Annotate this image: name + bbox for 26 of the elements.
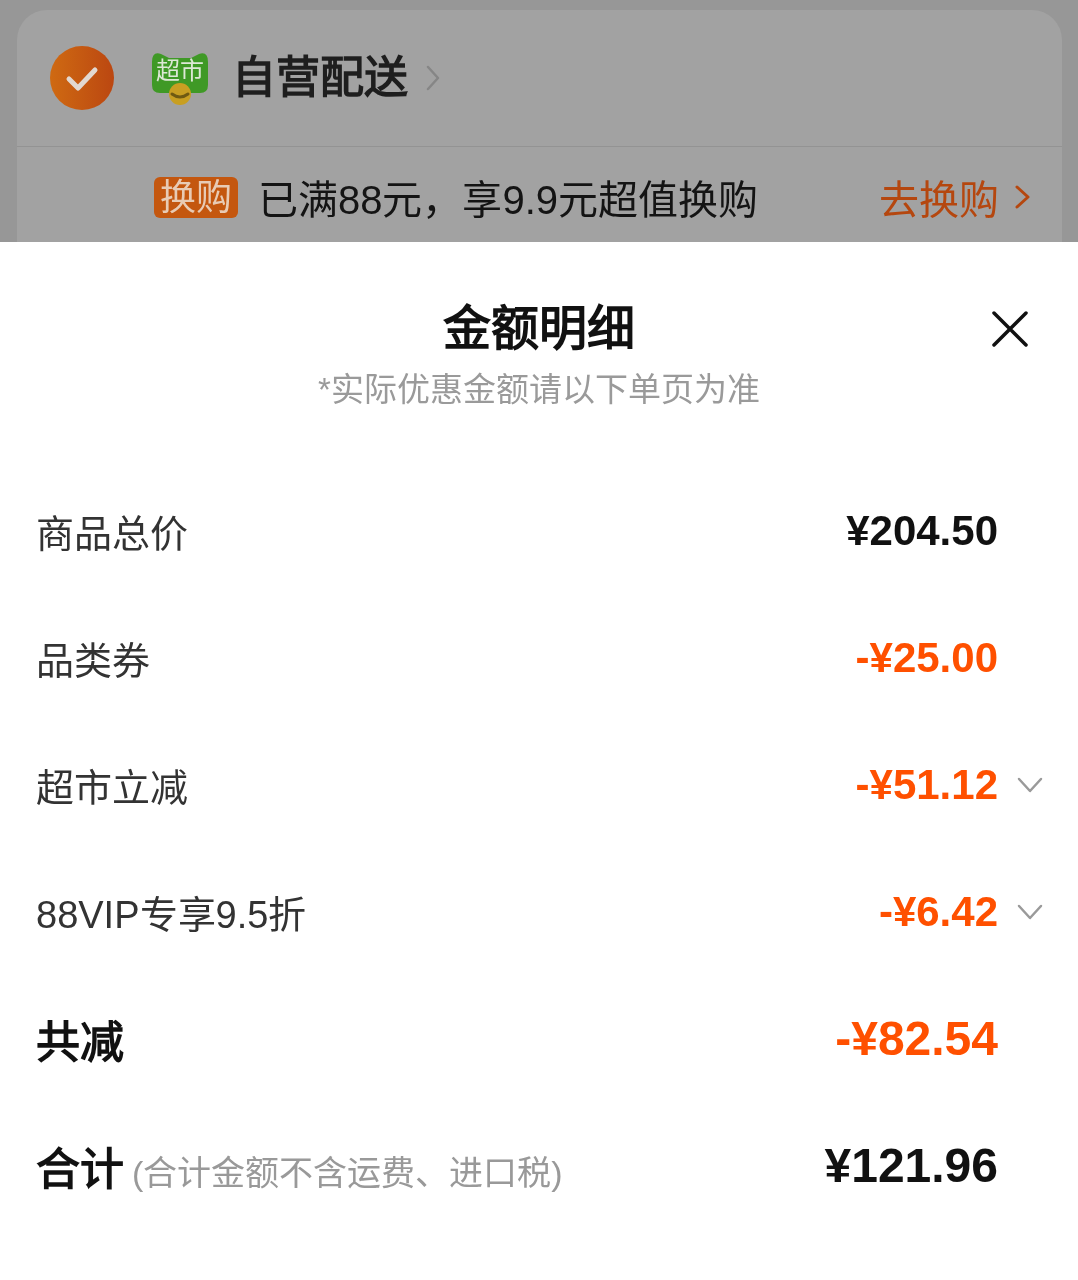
row-label: 品类券 bbox=[36, 639, 150, 684]
row-label: 超市立减 bbox=[36, 766, 188, 811]
row-label: 商品总价 bbox=[36, 512, 188, 557]
close-icon bbox=[992, 311, 1028, 347]
row-label: 88VIP专享9.5折 bbox=[36, 893, 307, 938]
store-link[interactable]: 自营配送 bbox=[232, 52, 440, 104]
checkbox[interactable] bbox=[50, 46, 114, 110]
price-amount: ¥204.50 bbox=[846, 506, 998, 555]
total-amount: ¥121.96 bbox=[824, 1138, 998, 1193]
chevron-down-icon[interactable] bbox=[1017, 903, 1043, 920]
row-label: 共减 bbox=[36, 1016, 124, 1069]
sheet-note: *实际优惠金额请以下单页为准 bbox=[318, 370, 760, 410]
chevron-right-icon bbox=[1015, 185, 1030, 209]
promo-badge: 换购 bbox=[154, 176, 238, 218]
chevron-down-icon[interactable] bbox=[1017, 776, 1043, 793]
discount-amount: -¥51.12 bbox=[855, 760, 998, 809]
discount-total-amount: -¥82.54 bbox=[835, 1011, 998, 1066]
row-label: 合计 bbox=[36, 1143, 124, 1196]
sheet-title: 金额明细 bbox=[443, 301, 635, 357]
discount-amount: -¥25.00 bbox=[855, 633, 998, 682]
total-note: (合计金额不含运费、进口税) bbox=[132, 1152, 563, 1194]
close-button[interactable] bbox=[992, 311, 1028, 347]
logo-text: 超市 bbox=[156, 58, 204, 84]
chevron-right-icon bbox=[426, 65, 440, 91]
promo-text: 已满88元，享9.9元超值换购 bbox=[258, 177, 759, 224]
discount-amount: -¥6.42 bbox=[878, 887, 998, 936]
